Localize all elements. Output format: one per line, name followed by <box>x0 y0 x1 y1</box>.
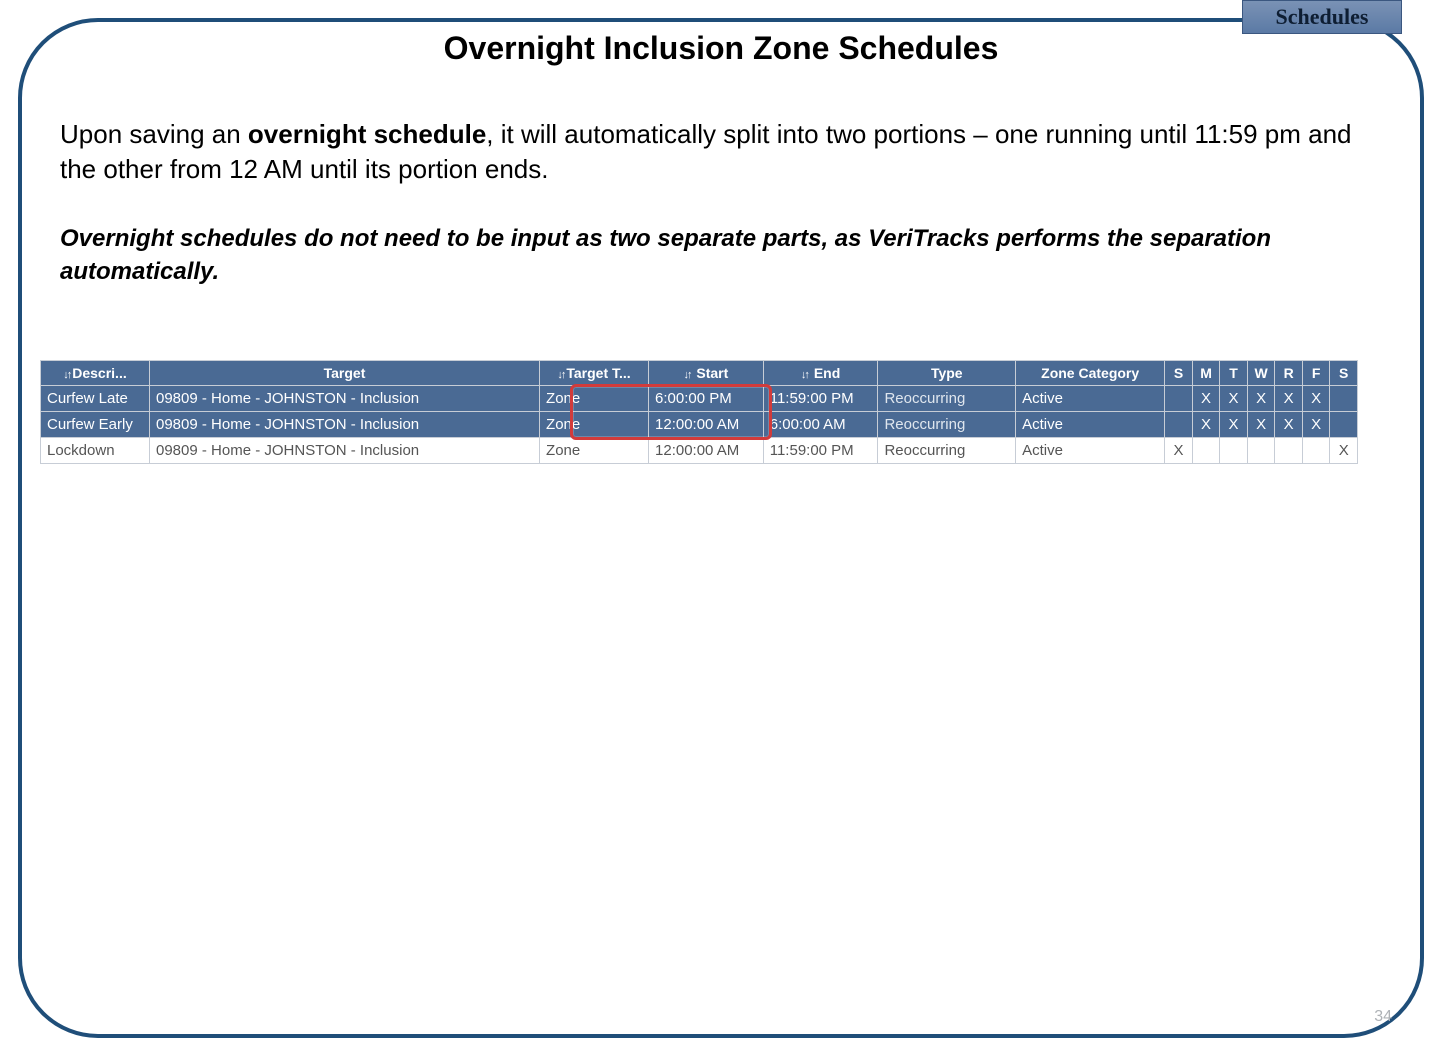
cell-day: X <box>1220 412 1248 438</box>
cell-zone-cat: Active <box>1016 412 1165 438</box>
cell-desc: Curfew Early <box>41 412 150 438</box>
intro-pre: Upon saving an <box>60 119 248 149</box>
col-header-type[interactable]: Type <box>878 361 1016 386</box>
cell-day: X <box>1275 412 1303 438</box>
content-area: Overnight Inclusion Zone Schedules Upon … <box>60 30 1382 318</box>
intro-paragraph: Upon saving an overnight schedule, it wi… <box>60 117 1382 187</box>
cell-target: 09809 - Home - JOHNSTON - Inclusion <box>149 412 539 438</box>
cell-day <box>1192 438 1220 464</box>
cell-start: 12:00:00 AM <box>649 438 764 464</box>
col-header-end[interactable]: ↓↑ End <box>763 361 878 386</box>
note-paragraph: Overnight schedules do not need to be in… <box>60 223 1382 288</box>
col-header-day-s2[interactable]: S <box>1330 361 1358 386</box>
cell-target-t: Zone <box>540 386 649 412</box>
cell-day: X <box>1220 386 1248 412</box>
col-header-target-t[interactable]: ↓↑Target T... <box>540 361 649 386</box>
cell-day: X <box>1247 386 1275 412</box>
cell-day: X <box>1302 386 1330 412</box>
cell-day: X <box>1165 438 1193 464</box>
table-header-row: ↓↑Descri... Target ↓↑Target T... ↓↑ Star… <box>41 361 1358 386</box>
cell-desc: Lockdown <box>41 438 150 464</box>
cell-desc: Curfew Late <box>41 386 150 412</box>
col-header-day-w[interactable]: W <box>1247 361 1275 386</box>
table-row[interactable]: Curfew Early09809 - Home - JOHNSTON - In… <box>41 412 1358 438</box>
col-header-day-f[interactable]: F <box>1302 361 1330 386</box>
cell-day: X <box>1192 386 1220 412</box>
cell-type: Reoccurring <box>878 438 1016 464</box>
schedule-table: ↓↑Descri... Target ↓↑Target T... ↓↑ Star… <box>40 360 1358 464</box>
section-badge-label: Schedules <box>1276 4 1369 30</box>
intro-bold: overnight schedule <box>248 119 486 149</box>
cell-day: X <box>1192 412 1220 438</box>
cell-day: X <box>1247 412 1275 438</box>
table-row[interactable]: Curfew Late09809 - Home - JOHNSTON - Inc… <box>41 386 1358 412</box>
cell-day: X <box>1302 412 1330 438</box>
cell-end: 6:00:00 AM <box>763 412 878 438</box>
cell-end: 11:59:00 PM <box>763 386 878 412</box>
cell-day <box>1165 412 1193 438</box>
col-header-target[interactable]: Target <box>149 361 539 386</box>
cell-day: X <box>1275 386 1303 412</box>
cell-day <box>1330 386 1358 412</box>
col-header-zone-cat[interactable]: Zone Category <box>1016 361 1165 386</box>
page-title: Overnight Inclusion Zone Schedules <box>60 30 1382 67</box>
col-header-start[interactable]: ↓↑ Start <box>649 361 764 386</box>
section-badge: Schedules <box>1242 0 1402 34</box>
cell-target: 09809 - Home - JOHNSTON - Inclusion <box>149 438 539 464</box>
cell-type: Reoccurring <box>878 412 1016 438</box>
cell-day: X <box>1330 438 1358 464</box>
page-number: 34 <box>1374 1008 1392 1026</box>
col-header-day-m[interactable]: M <box>1192 361 1220 386</box>
cell-target-t: Zone <box>540 438 649 464</box>
col-header-day-r[interactable]: R <box>1275 361 1303 386</box>
sort-icon: ↓↑ <box>63 369 70 381</box>
sort-icon: ↓↑ <box>801 369 808 381</box>
cell-zone-cat: Active <box>1016 438 1165 464</box>
table-row[interactable]: Lockdown09809 - Home - JOHNSTON - Inclus… <box>41 438 1358 464</box>
cell-target-t: Zone <box>540 412 649 438</box>
schedule-table-wrap: ↓↑Descri... Target ↓↑Target T... ↓↑ Star… <box>40 360 1358 464</box>
cell-zone-cat: Active <box>1016 386 1165 412</box>
cell-day <box>1302 438 1330 464</box>
cell-day <box>1247 438 1275 464</box>
cell-target: 09809 - Home - JOHNSTON - Inclusion <box>149 386 539 412</box>
cell-end: 11:59:00 PM <box>763 438 878 464</box>
cell-type: Reoccurring <box>878 386 1016 412</box>
sort-icon: ↓↑ <box>683 369 690 381</box>
cell-day <box>1220 438 1248 464</box>
cell-day <box>1330 412 1358 438</box>
cell-day <box>1275 438 1303 464</box>
col-header-desc[interactable]: ↓↑Descri... <box>41 361 150 386</box>
cell-start: 12:00:00 AM <box>649 412 764 438</box>
col-header-day-t[interactable]: T <box>1220 361 1248 386</box>
cell-day <box>1165 386 1193 412</box>
cell-start: 6:00:00 PM <box>649 386 764 412</box>
col-header-day-s1[interactable]: S <box>1165 361 1193 386</box>
sort-icon: ↓↑ <box>557 369 564 381</box>
